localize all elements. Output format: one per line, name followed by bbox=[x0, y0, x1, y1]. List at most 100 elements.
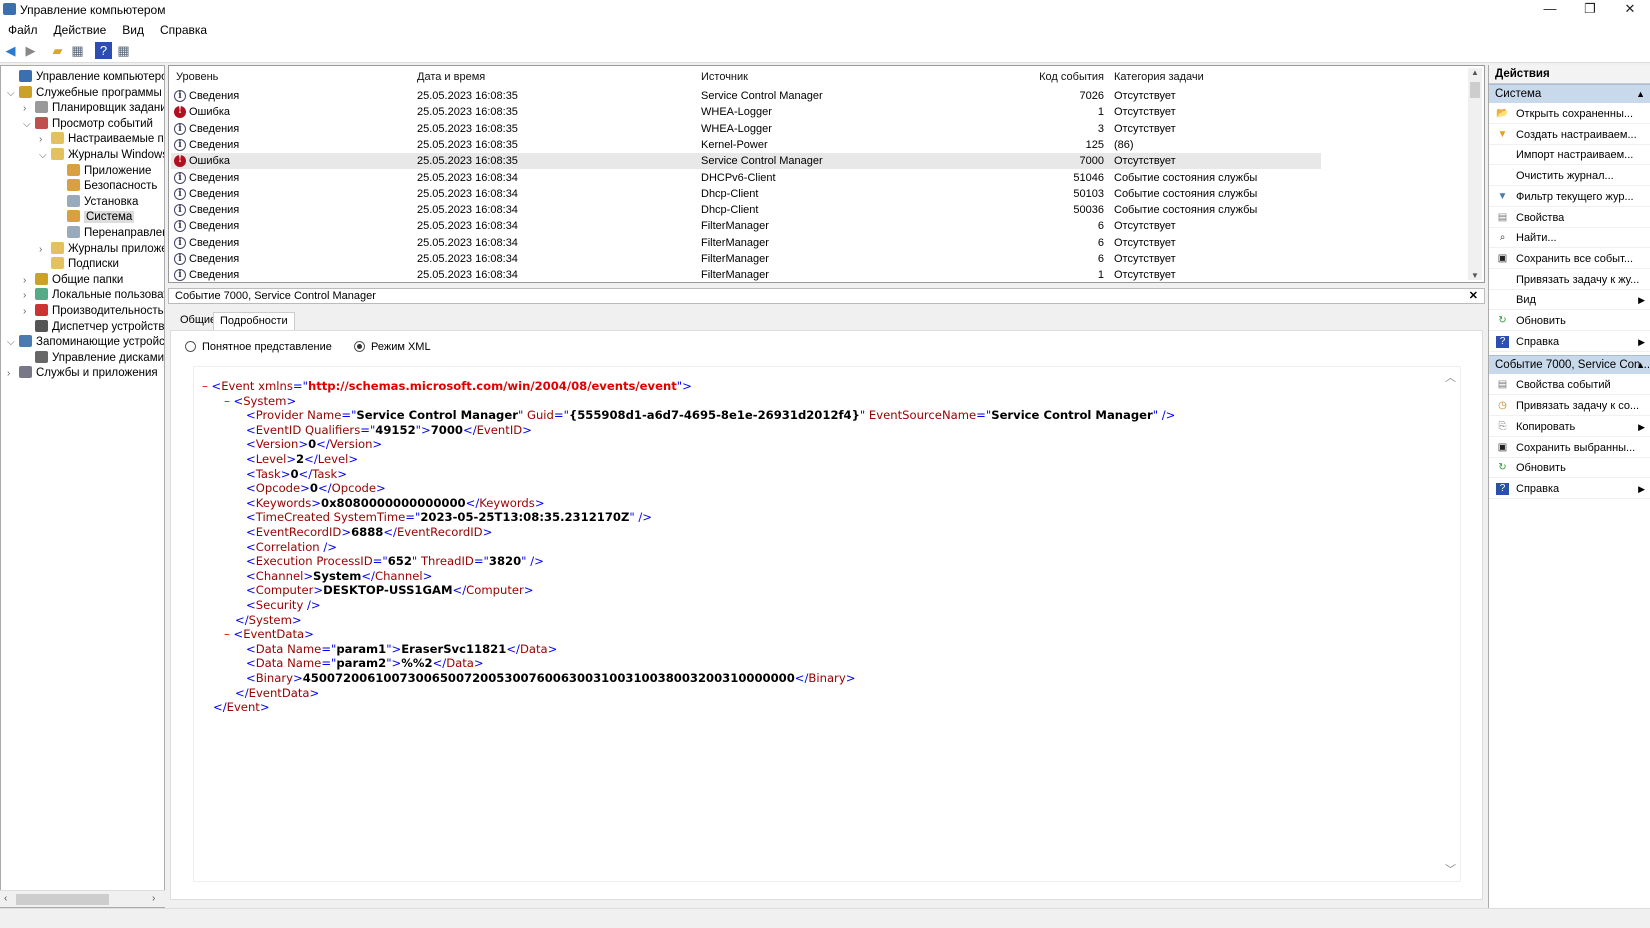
tree-item[interactable]: Подписки bbox=[39, 257, 119, 272]
tree-item[interactable]: Приложение bbox=[55, 163, 151, 179]
close-detail-icon[interactable]: ✕ bbox=[1469, 289, 1478, 303]
menu-help[interactable]: Справка bbox=[152, 20, 215, 37]
tree-item[interactable]: › Настраиваемые пр bbox=[39, 132, 164, 147]
table-row[interactable]: i Сведения 25.05.2023 16:08:34 FilterManage… bbox=[171, 251, 1321, 267]
table-row[interactable]: i Сведения 25.05.2023 16:08:34 Dhcp-Client С… bbox=[171, 202, 1321, 218]
tab-details[interactable]: Подробности bbox=[213, 312, 295, 330]
table-row[interactable]: i Сведения 25.05.2023 16:08:34 Dhcp-Client С… bbox=[171, 186, 1321, 202]
chevron-right-icon[interactable]: › bbox=[23, 101, 35, 116]
table-row[interactable]: i Сведения 25.05.2023 16:08:34 FilterManage… bbox=[171, 267, 1321, 282]
menu-view[interactable]: Вид bbox=[114, 20, 152, 37]
action-item[interactable]: Привязать задачу к жу... bbox=[1489, 270, 1650, 290]
action-item[interactable]: ? Справка ▶ bbox=[1489, 479, 1650, 499]
xml-token: Channel bbox=[374, 568, 423, 583]
table-row[interactable]: i Сведения 25.05.2023 16:08:35 Kernel-Power… bbox=[171, 137, 1321, 153]
tree-item[interactable]: ⌵ Журналы Windows bbox=[39, 148, 164, 163]
radio-button[interactable] bbox=[185, 341, 196, 352]
chevron-down-icon[interactable]: ⌵ bbox=[23, 117, 35, 132]
chevron-right-icon[interactable]: › bbox=[39, 242, 51, 257]
menu-action[interactable]: Действие bbox=[46, 20, 115, 37]
close-button[interactable]: ✕ bbox=[1610, 0, 1650, 20]
show-hide-tree-icon[interactable]: ▦ bbox=[69, 42, 86, 59]
chevron-right-icon[interactable]: › bbox=[23, 288, 35, 303]
xml-scroll-up-icon[interactable]: ︿ bbox=[1445, 369, 1456, 385]
action-item[interactable]: 📂 Открыть сохраненны... bbox=[1489, 104, 1650, 124]
action-item[interactable]: Вид ▶ bbox=[1489, 290, 1650, 311]
tree-item[interactable]: Управление дисками bbox=[23, 350, 164, 366]
column-header-date[interactable]: Дата и время bbox=[417, 71, 485, 83]
table-row[interactable]: i Сведения 25.05.2023 16:08:34 FilterManage… bbox=[171, 218, 1321, 234]
action-item[interactable]: ? Справка ▶ bbox=[1489, 332, 1650, 352]
xml-token: </ bbox=[794, 671, 809, 685]
action-item[interactable]: ▤ Свойства событий bbox=[1489, 375, 1650, 396]
restore-button[interactable]: ❐ bbox=[1570, 0, 1610, 20]
chevron-right-icon[interactable]: › bbox=[23, 273, 35, 288]
radio-friendly-view[interactable]: Понятное представление bbox=[185, 341, 332, 353]
actions-section-header[interactable]: Система ▲ bbox=[1489, 84, 1650, 103]
action-item[interactable]: ↻ Обновить bbox=[1489, 311, 1650, 331]
tree-item[interactable]: ⌵ Служебные программы bbox=[7, 85, 162, 101]
action-item[interactable]: Импорт настраиваем... bbox=[1489, 145, 1650, 166]
action-item[interactable]: ▣ Сохранить все событ... bbox=[1489, 249, 1650, 269]
column-header-code[interactable]: Код события bbox=[999, 71, 1104, 83]
column-header-level[interactable]: Уровень bbox=[176, 71, 218, 83]
action-item[interactable]: ⌕ Найти... bbox=[1489, 228, 1650, 249]
table-row[interactable]: i Сведения 25.05.2023 16:08:34 DHCPv6-Clien… bbox=[171, 170, 1321, 186]
back-icon[interactable]: ◀ bbox=[2, 42, 19, 59]
up-folder-icon[interactable]: ▰ bbox=[49, 42, 66, 59]
tree-item[interactable]: › Планировщик заданий bbox=[23, 101, 165, 116]
xml-token: =" bbox=[292, 379, 308, 393]
menu-file[interactable]: Файл bbox=[0, 20, 46, 37]
tree-item[interactable]: Диспетчер устройств bbox=[23, 319, 164, 335]
tree-horizontal-scrollbar[interactable]: ‹ › bbox=[0, 890, 165, 907]
tree-item[interactable]: Управление компьютером (л bbox=[7, 70, 164, 85]
action-item[interactable]: ⎘ Копировать ▶ bbox=[1489, 417, 1650, 437]
tree-item[interactable]: › Журналы приложе bbox=[39, 241, 164, 257]
column-header-source[interactable]: Источник bbox=[701, 71, 748, 83]
chevron-down-icon[interactable]: ⌵ bbox=[7, 86, 19, 101]
tree-item[interactable]: › Локальные пользовате bbox=[23, 288, 164, 303]
column-header-category[interactable]: Категория задачи bbox=[1114, 71, 1204, 83]
xml-token: "> bbox=[415, 422, 431, 437]
tree-item[interactable]: Перенаправлен bbox=[55, 226, 164, 241]
chevron-right-icon[interactable]: › bbox=[39, 132, 51, 147]
table-row[interactable]: i Сведения 25.05.2023 16:08:35 WHEA-Logger О… bbox=[171, 121, 1321, 137]
tree-item[interactable]: Установка bbox=[55, 194, 138, 210]
collapse-icon[interactable]: ▲ bbox=[1636, 356, 1645, 375]
minimize-button[interactable]: — bbox=[1530, 0, 1570, 20]
action-item[interactable]: ▼ Создать настраиваем... bbox=[1489, 125, 1650, 145]
tree-item[interactable]: ⌵ Просмотр событий bbox=[23, 116, 153, 132]
tree-item[interactable]: ⌵ Запоминающие устройст bbox=[7, 335, 164, 350]
tree-item[interactable]: Безопасность bbox=[55, 179, 157, 194]
table-row[interactable]: i Сведения 25.05.2023 16:08:34 FilterManage… bbox=[171, 235, 1321, 251]
save-icon: ▣ bbox=[1497, 252, 1508, 264]
tree-item-label: Планировщик заданий bbox=[52, 102, 165, 115]
actions-section-header[interactable]: Событие 7000, Service Con... ▲ bbox=[1489, 355, 1650, 375]
chevron-down-icon[interactable]: ⌵ bbox=[39, 148, 51, 163]
tree-item[interactable]: Система bbox=[55, 210, 135, 225]
show-hide-actions-icon[interactable]: ▦ bbox=[115, 42, 132, 59]
table-row[interactable]: ! Ошибка 25.05.2023 16:08:35 Service Contro… bbox=[171, 153, 1321, 170]
help-icon[interactable]: ? bbox=[95, 42, 112, 59]
table-row[interactable]: i Сведения 25.05.2023 16:08:35 Service Cont… bbox=[171, 88, 1321, 104]
action-item[interactable]: ↻ Обновить bbox=[1489, 458, 1650, 479]
forward-icon[interactable]: ▶ bbox=[22, 42, 39, 59]
collapse-icon[interactable]: ▲ bbox=[1636, 85, 1645, 104]
action-item[interactable]: Очистить журнал... bbox=[1489, 166, 1650, 187]
chevron-down-icon[interactable]: ⌵ bbox=[7, 335, 19, 350]
table-row[interactable]: ! Ошибка 25.05.2023 16:08:35 WHEA-Logger Отс… bbox=[171, 104, 1321, 120]
radio-button-selected[interactable] bbox=[354, 341, 365, 352]
tree-item[interactable]: › Производительность bbox=[23, 304, 164, 319]
radio-xml-view[interactable]: Режим XML bbox=[354, 341, 431, 353]
action-item[interactable]: ▼ Фильтр текущего жур... bbox=[1489, 187, 1650, 207]
xml-scroll-down-icon[interactable]: ﹀ bbox=[1445, 861, 1456, 877]
chevron-right-icon[interactable]: › bbox=[23, 304, 35, 319]
tree-item[interactable]: › Общие папки bbox=[23, 272, 123, 288]
action-item[interactable]: ▣ Сохранить выбранны... bbox=[1489, 438, 1650, 458]
info-icon: i bbox=[174, 187, 186, 200]
action-item[interactable]: ◷ Привязать задачу к со... bbox=[1489, 396, 1650, 417]
chevron-right-icon[interactable]: › bbox=[7, 366, 19, 381]
action-item[interactable]: ▤ Свойства bbox=[1489, 208, 1650, 228]
event-list-scrollbar[interactable]: ▲ ▼ bbox=[1468, 68, 1482, 280]
tree-item[interactable]: › Службы и приложения bbox=[7, 366, 158, 381]
